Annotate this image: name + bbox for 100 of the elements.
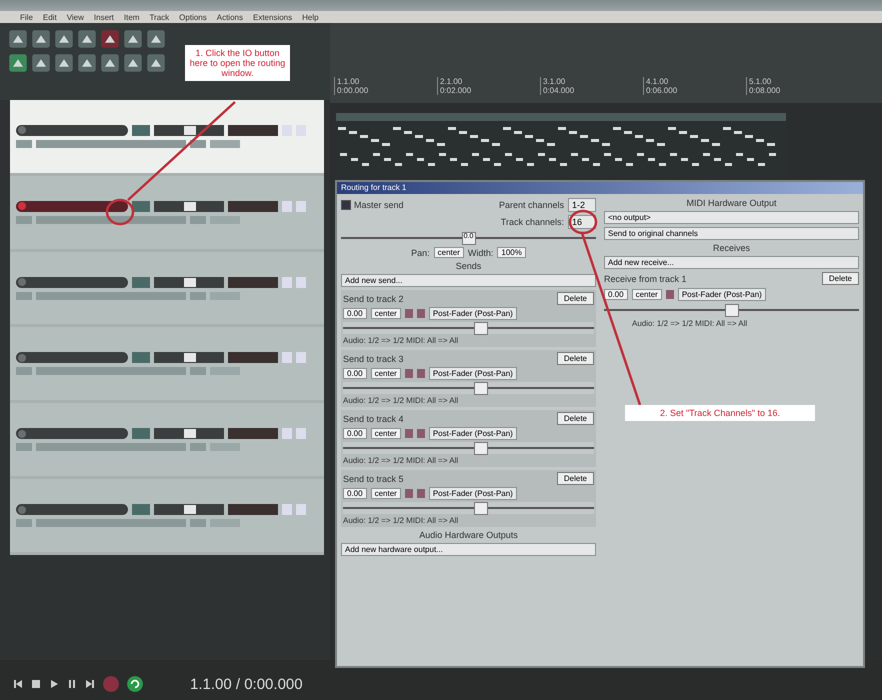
stop-icon[interactable] [30,678,42,690]
track-name-field[interactable] [16,504,128,516]
delete-button[interactable]: Delete [556,412,594,425]
send-volume-slider[interactable] [343,442,594,454]
toolbar-icon[interactable] [54,29,74,49]
record-arm-button[interactable] [18,506,26,514]
io-button[interactable] [132,428,150,440]
toolbar-icon[interactable] [31,29,51,49]
delete-button[interactable]: Delete [822,272,859,285]
io-button[interactable] [132,276,150,288]
toolbar-icon[interactable] [123,53,143,73]
toolbar-icon[interactable] [31,53,51,73]
skip-back-icon[interactable] [12,678,24,690]
delete-button[interactable]: Delete [556,352,594,365]
volume-slider[interactable] [154,428,224,440]
phase-button[interactable] [416,309,425,318]
send-mode-dropdown[interactable]: Post-Fader (Post-Pan) [428,427,517,440]
send-mode-dropdown[interactable]: Post-Fader (Post-Pan) [428,487,517,500]
record-arm-button[interactable] [18,278,26,286]
mute-button[interactable] [404,309,413,318]
play-icon[interactable] [48,678,60,690]
toolbar-icon[interactable] [146,53,166,73]
phase-button[interactable] [416,369,425,378]
add-send-dropdown[interactable]: Add new send... [341,274,596,287]
menu-item[interactable]: Insert [94,12,114,22]
record-mode-button[interactable] [16,140,32,148]
menu-item[interactable]: Options [179,12,207,22]
mute-button[interactable] [666,290,674,299]
toolbar-icon[interactable] [100,29,120,49]
toolbar-icon[interactable] [123,29,143,49]
send-pan-field[interactable]: center [370,368,401,379]
automation-button[interactable] [210,140,240,148]
send-pan-field[interactable]: center [370,428,401,439]
menu-item[interactable]: Actions [216,12,243,22]
send-volume-field[interactable]: 0.00 [343,368,367,379]
track-header[interactable] [10,176,324,252]
pause-icon[interactable] [66,678,78,690]
receive-volume-field[interactable]: 0.00 [604,289,628,300]
toolbar-icon[interactable] [8,29,28,49]
track-header[interactable] [10,100,324,176]
input-selector[interactable] [36,443,186,452]
send-volume-slider[interactable] [343,382,594,394]
menu-item[interactable]: Track [149,12,170,22]
io-button[interactable] [132,504,150,516]
menu-item[interactable]: Extensions [252,12,292,22]
send-volume-field[interactable]: 0.00 [343,488,367,499]
io-button[interactable] [132,352,150,364]
loop-icon[interactable] [126,675,144,693]
pan-field[interactable]: center [434,247,464,258]
midi-output-dropdown[interactable]: <no output> [604,211,859,224]
delete-button[interactable]: Delete [556,292,594,305]
width-field[interactable]: 100% [497,247,526,258]
send-pan-field[interactable]: center [370,488,401,499]
add-receive-dropdown[interactable]: Add new receive... [604,256,859,269]
record-arm-button[interactable] [18,354,26,362]
add-hardware-output-dropdown[interactable]: Add new hardware output... [341,543,596,556]
mute-button[interactable] [404,369,413,378]
menu-item[interactable]: Edit [42,12,57,22]
input-selector[interactable] [36,519,186,528]
master-send-checkbox[interactable] [341,200,351,210]
io-button[interactable] [132,124,150,136]
phase-button[interactable] [416,489,425,498]
send-mode-dropdown[interactable]: Post-Fader (Post-Pan) [428,367,517,380]
track-name-field[interactable] [16,124,128,136]
skip-forward-icon[interactable] [84,678,96,690]
toolbar-icon[interactable] [77,53,97,73]
send-volume-slider[interactable] [343,502,594,514]
input-selector[interactable] [36,216,186,224]
delete-button[interactable]: Delete [556,472,594,485]
send-mode-dropdown[interactable]: Post-Fader (Post-Pan) [428,307,517,320]
send-volume-field[interactable]: 0.00 [343,428,367,439]
input-selector[interactable] [36,367,186,376]
track-name-field[interactable] [16,352,128,364]
track-name-field[interactable] [16,428,128,440]
mute-button[interactable] [404,489,413,498]
menu-item[interactable]: Help [302,12,319,22]
input-selector[interactable] [36,292,186,300]
track-header[interactable] [10,327,324,404]
toolbar-icon[interactable] [100,53,120,73]
toolbar-icon[interactable] [8,53,28,73]
track-header[interactable] [10,479,324,555]
toolbar-icon[interactable] [146,29,166,49]
track-name-field[interactable] [16,200,128,212]
send-pan-field[interactable]: center [370,308,401,319]
volume-slider[interactable] [154,276,224,288]
receive-pan-field[interactable]: center [632,289,662,300]
menu-item[interactable]: View [66,12,84,22]
record-arm-button[interactable] [18,430,26,438]
record-arm-button[interactable] [18,126,26,134]
receive-mode-dropdown[interactable]: Post-Fader (Post-Pan) [678,288,766,301]
phase-button[interactable] [416,429,425,438]
track-name-field[interactable] [16,276,128,288]
track-header[interactable] [10,252,324,328]
parent-channels-dropdown[interactable]: 1-2 [568,198,596,212]
input-selector[interactable] [36,140,186,148]
volume-slider[interactable] [154,124,224,136]
volume-slider[interactable] [154,504,224,516]
volume-slider[interactable] [154,200,224,212]
toolbar-icon[interactable] [77,29,97,49]
menu-item[interactable]: Item [124,12,140,22]
